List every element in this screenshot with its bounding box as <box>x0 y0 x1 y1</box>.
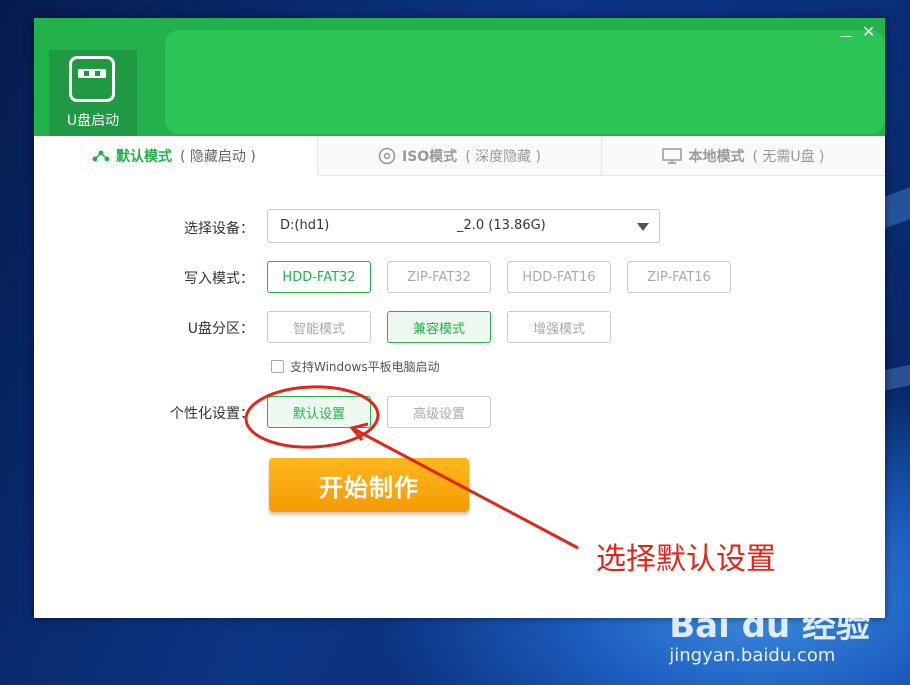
highlight-ellipse <box>244 385 380 449</box>
watermark-url: jingyan.baidu.com <box>669 645 836 666</box>
baidu-logo: Bai du 经验 <box>669 606 870 646</box>
annotation-arrow <box>351 426 579 550</box>
baidu-watermark: Bai du 经验 jingyan.baidu.com <box>669 598 870 666</box>
annotation-text: 选择默认设置 <box>596 542 776 577</box>
annotation-overlay <box>244 385 579 550</box>
